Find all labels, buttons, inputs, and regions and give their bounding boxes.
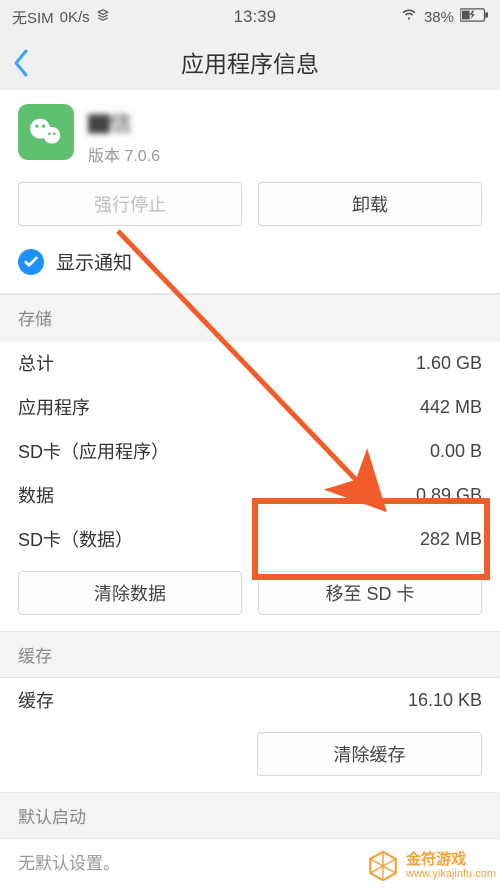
storage-row: 应用程序 442 MB (0, 385, 500, 429)
storage-label: 总计 (18, 350, 54, 376)
cache-value: 16.10 KB (408, 690, 482, 711)
status-bar: 无SIM 0K/s 13:39 38% (0, 0, 500, 34)
storage-value: 1.60 GB (416, 353, 482, 374)
app-icon (18, 104, 74, 160)
storage-value: 0.89 GB (416, 485, 482, 506)
storage-label: SD卡（应用程序） (18, 438, 169, 464)
storage-label: SD卡（数据） (18, 526, 133, 552)
page-title: 应用程序信息 (181, 45, 319, 79)
app-name: ▇信 (88, 106, 160, 138)
cache-body: 缓存 16.10 KB 清除缓存 (0, 678, 500, 792)
cache-label: 缓存 (18, 687, 54, 713)
storage-row: SD卡（数据） 282 MB (0, 517, 500, 561)
storage-row: 数据 0.89 GB (0, 473, 500, 517)
uninstall-button[interactable]: 卸载 (258, 182, 482, 226)
move-to-sd-button[interactable]: 移至 SD 卡 (258, 571, 482, 615)
wifi-icon (400, 8, 418, 26)
watermark-brand: 金符游戏 (406, 852, 496, 869)
storage-value: 0.00 B (430, 441, 482, 462)
status-sim: 无SIM (12, 7, 54, 28)
storage-value: 442 MB (420, 397, 482, 418)
watermark-cube-icon (366, 849, 400, 883)
default-launch-header: 默认启动 (0, 792, 500, 839)
default-launch-actions: 清除默认设置 (0, 884, 500, 889)
storage-value: 282 MB (420, 529, 482, 550)
header: 应用程序信息 (0, 34, 500, 90)
show-notifications-row[interactable]: 显示通知 (0, 240, 500, 294)
back-button[interactable] (12, 48, 30, 83)
cache-actions: 清除缓存 (0, 722, 500, 792)
storage-label: 数据 (18, 482, 54, 508)
force-stop-button[interactable]: 强行停止 (18, 182, 242, 226)
clear-data-button[interactable]: 清除数据 (18, 571, 242, 615)
cache-row: 缓存 16.10 KB (0, 678, 500, 722)
clear-cache-button[interactable]: 清除缓存 (257, 732, 482, 776)
app-info-row: ▇信 版本 7.0.6 (0, 90, 500, 176)
watermark-url: www.yikajinfu.com (406, 868, 496, 880)
battery-pct: 38% (424, 9, 454, 26)
show-notifications-label: 显示通知 (56, 248, 132, 275)
storage-body: 总计 1.60 GB 应用程序 442 MB SD卡（应用程序） 0.00 B 数据 0… (0, 341, 500, 631)
storage-label: 应用程序 (18, 394, 90, 420)
cache-header: 缓存 (0, 631, 500, 678)
checkmark-icon (18, 249, 44, 275)
storage-header: 存储 (0, 294, 500, 341)
status-time: 13:39 (234, 7, 277, 27)
storage-actions: 清除数据 移至 SD 卡 (0, 561, 500, 631)
top-actions: 强行停止 卸载 (0, 176, 500, 240)
app-version: 版本 7.0.6 (88, 142, 160, 166)
storage-row: SD卡（应用程序） 0.00 B (0, 429, 500, 473)
stack-icon (96, 8, 110, 26)
watermark: 金符游戏 www.yikajinfu.com (366, 849, 496, 883)
status-net-speed: 0K/s (60, 9, 90, 26)
storage-row: 总计 1.60 GB (0, 341, 500, 385)
battery-icon (460, 8, 488, 26)
